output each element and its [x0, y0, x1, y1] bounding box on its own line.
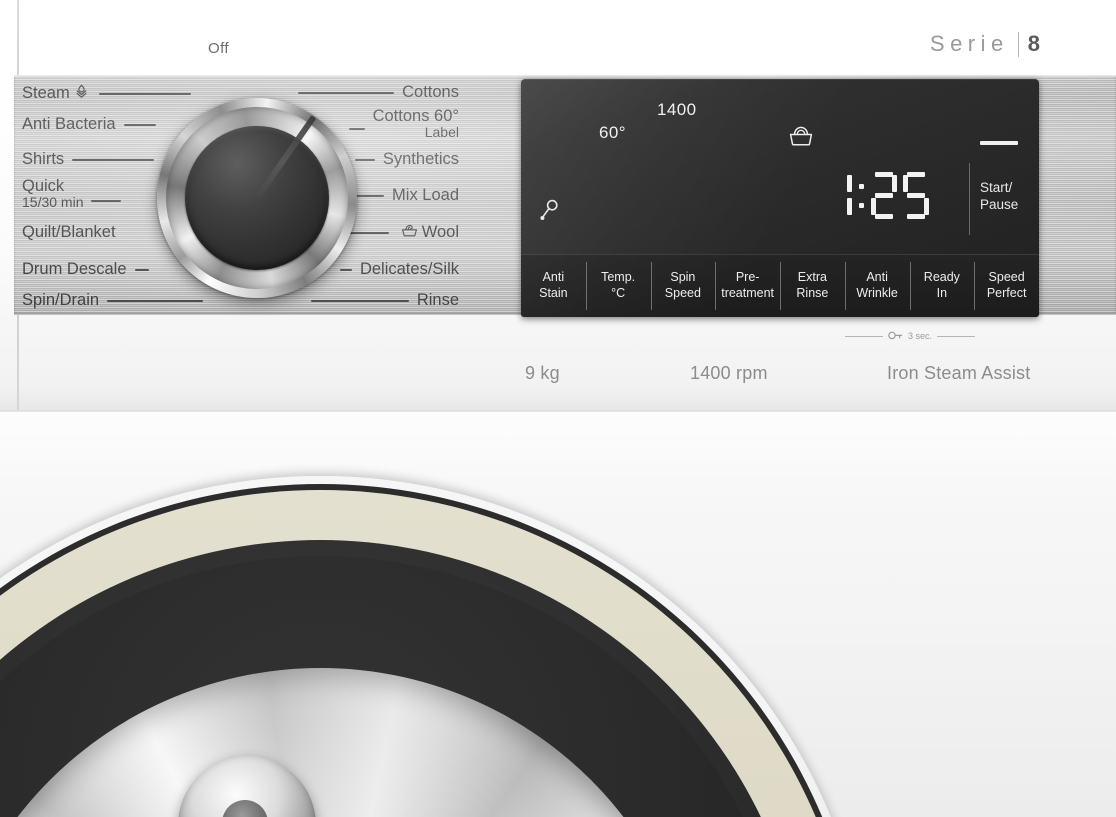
- program-label-quilt-blanket-text: Quilt/Blanket: [22, 223, 116, 241]
- seven-segment-digit: [871, 172, 897, 219]
- program-label-cottons-60-sub: Label: [424, 124, 459, 141]
- brand-serie-number: 8: [1027, 31, 1040, 56]
- display-vertical-divider: [969, 163, 970, 235]
- child-lock-hint: 3 sec.: [845, 329, 976, 343]
- program-label-delicates-silk-text: Delicates/Silk: [359, 260, 459, 278]
- steam-icon: [74, 84, 89, 104]
- button-anti-stain[interactable]: Anti Stain: [521, 255, 586, 317]
- program-label-anti-bacteria-text: Anti Bacteria: [22, 115, 116, 133]
- program-label-synthetics-text: Synthetics: [382, 150, 459, 168]
- seven-segment-digit: [826, 172, 852, 219]
- program-leader-line: [123, 124, 156, 126]
- program-label-quick-text: Quick 15/30 min: [22, 177, 84, 211]
- program-leader-line: [107, 300, 204, 302]
- program-label-delicates-silk[interactable]: Delicates/Silk: [339, 260, 459, 279]
- child-lock-key-icon: [538, 198, 560, 229]
- dial-off-label: Off: [208, 40, 229, 57]
- start-pause-label-line1: Start/: [980, 180, 1013, 195]
- program-label-quick[interactable]: Quick 15/30 min: [22, 177, 122, 211]
- program-label-spin-drain-text: Spin/Drain: [22, 291, 100, 309]
- program-leader-line: [72, 159, 155, 161]
- button-ready-in[interactable]: Ready In: [909, 255, 975, 317]
- program-label-shirts[interactable]: Shirts: [22, 150, 155, 169]
- display-remaining-time: [826, 172, 929, 219]
- lock-hint-duration: 3 sec.: [908, 331, 933, 341]
- program-leader-line: [134, 269, 149, 271]
- program-leader-line: [298, 92, 395, 94]
- display-spin-speed-value: 1400: [657, 100, 697, 119]
- program-label-steam-text: Steam: [22, 84, 70, 103]
- spec-feature: Iron Steam Assist: [887, 363, 1031, 383]
- program-leader-line: [354, 159, 375, 161]
- button-spin-speed[interactable]: Spin Speed: [650, 255, 716, 317]
- program-label-cottons-text: Cottons: [402, 83, 459, 101]
- program-leader-line: [98, 93, 191, 95]
- control-display-panel: 1400 60° Start/ Pause Anti Stain Temp. °…: [521, 79, 1039, 317]
- start-pause-indicator-dash: [980, 141, 1018, 145]
- seven-segment-colon: [858, 172, 865, 219]
- program-leader-line: [356, 195, 385, 197]
- program-leader-line: [91, 200, 122, 202]
- start-pause-label-line2: Pause: [980, 196, 1019, 212]
- lock-hint-line-left: [845, 335, 883, 337]
- seven-segment-digit: [903, 172, 929, 219]
- wool-handwash-icon: [401, 223, 418, 243]
- key-icon: [888, 330, 903, 343]
- lock-hint-line-right: [937, 335, 976, 337]
- program-label-rinse-text: Rinse: [416, 291, 459, 309]
- program-label-drum-descale[interactable]: Drum Descale: [22, 260, 149, 279]
- start-pause-button[interactable]: Start/ Pause: [980, 180, 1018, 213]
- program-label-quick-sub: 15/30 min: [22, 194, 84, 211]
- program-label-synthetics[interactable]: Synthetics: [354, 150, 459, 169]
- program-label-anti-bacteria[interactable]: Anti Bacteria: [22, 115, 156, 134]
- laundry-basket-icon: [788, 125, 814, 152]
- program-label-mix-load[interactable]: Mix Load: [356, 186, 459, 205]
- program-label-quilt-blanket[interactable]: Quilt/Blanket: [22, 223, 116, 242]
- door-assembly[interactable]: [0, 412, 1116, 817]
- button-speed-perfect[interactable]: Speed Perfect: [974, 255, 1039, 317]
- brand-divider: [1017, 31, 1019, 57]
- display-temperature-value: 60°: [599, 123, 626, 142]
- program-leader-line: [310, 300, 409, 302]
- washing-machine-front: Off Serie 8 Steam Anti Bacteria Shirts Q…: [0, 0, 1116, 817]
- button-temp-c[interactable]: Temp. °C: [585, 255, 651, 317]
- brand-serie-word: Serie: [929, 31, 1009, 56]
- button-pre-treatment[interactable]: Pre- treatment: [715, 255, 780, 317]
- spec-capacity: 9 kg: [525, 363, 560, 383]
- program-selector-dial[interactable]: [157, 98, 357, 298]
- fascia-top-edge: [14, 75, 1116, 77]
- program-label-cottons-60-text: Cottons 60° Label: [372, 107, 459, 141]
- program-label-drum-descale-text: Drum Descale: [22, 260, 127, 278]
- button-anti-wrinkle[interactable]: Anti Wrinkle: [844, 255, 910, 317]
- program-label-shirts-text: Shirts: [22, 150, 65, 168]
- program-label-mix-load-text: Mix Load: [392, 186, 459, 204]
- button-extra-rinse[interactable]: Extra Rinse: [780, 255, 845, 317]
- program-label-wool-text: Wool: [421, 223, 459, 242]
- option-button-strip: Anti Stain Temp. °C Spin Speed Pre- trea…: [521, 254, 1039, 317]
- spec-spin-speed: 1400 rpm: [690, 363, 768, 383]
- brand-serie-badge: Serie 8: [930, 31, 1040, 57]
- program-label-cottons-60-label[interactable]: Cottons 60° Label: [348, 107, 459, 141]
